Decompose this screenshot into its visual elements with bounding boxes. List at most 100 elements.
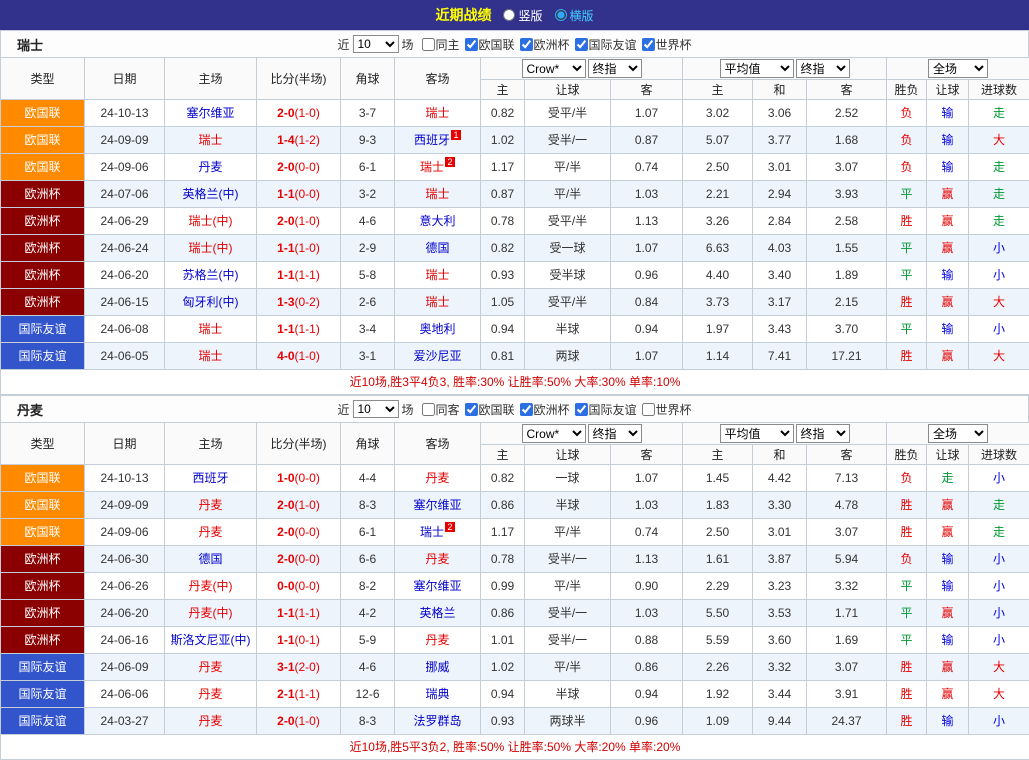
away-team[interactable]: 西班牙1 [395,127,481,154]
filter-checkbox[interactable] [642,403,655,416]
filter-checkbox[interactable] [520,38,533,51]
filter-世界杯[interactable]: 世界杯 [642,401,692,418]
odds-stage-select[interactable]: 终指 [588,424,642,443]
away-team[interactable]: 瑞典 [395,681,481,708]
team-name-text: 德国 [198,552,222,566]
team-name-text: 瑞士 [420,525,444,539]
filter-欧洲杯[interactable]: 欧洲杯 [520,401,570,418]
odds-value: 0.90 [611,573,683,600]
horizontal-layout-radio[interactable] [555,9,567,21]
layout-option-horizontal[interactable]: 横版 [555,7,594,24]
filter-世界杯[interactable]: 世界杯 [642,36,692,53]
match-date: 24-03-27 [85,708,165,735]
match-count-select[interactable]: 10 [352,400,398,418]
odds-stage-select[interactable]: 终指 [588,59,642,78]
result-value: 小 [969,627,1029,654]
home-team[interactable]: 匈牙利(中) [165,289,257,316]
layout-option-vertical[interactable]: 竖版 [503,7,542,24]
match-row: 国际友谊24-06-05瑞士4-0(1-0)3-1爱沙尼亚0.81两球1.071… [1,343,1029,370]
home-team[interactable]: 苏格兰(中) [165,262,257,289]
filter-checkbox[interactable] [520,403,533,416]
avg-odds-value: 3.43 [753,316,807,343]
odds-value: 一球 [525,465,611,492]
vertical-layout-radio[interactable] [503,9,515,21]
home-team[interactable]: 丹麦 [165,492,257,519]
filter-欧国联[interactable]: 欧国联 [464,36,514,53]
home-team[interactable]: 丹麦 [165,654,257,681]
score: 2-0(0-0) [257,154,341,181]
filter-checkbox[interactable] [464,403,477,416]
filter-国际友谊[interactable]: 国际友谊 [575,401,637,418]
avg-stage-select[interactable]: 终指 [796,424,850,443]
filter-checkbox[interactable] [421,403,434,416]
home-team[interactable]: 西班牙 [165,465,257,492]
filter-checkbox[interactable] [575,38,588,51]
home-team[interactable]: 瑞士(中) [165,208,257,235]
away-team[interactable]: 英格兰 [395,600,481,627]
sub-col-avg-draw: 和 [753,80,807,100]
away-team[interactable]: 瑞士2 [395,154,481,181]
team-name-text: 塞尔维亚 [413,498,461,512]
home-team[interactable]: 英格兰(中) [165,181,257,208]
scope-select[interactable]: 全场 [928,424,988,443]
team-name-text: 瑞士 [425,106,449,120]
corners: 5-9 [341,627,395,654]
home-team[interactable]: 丹麦(中) [165,600,257,627]
competition-badge: 欧国联 [1,492,85,519]
away-team[interactable]: 瑞士 [395,262,481,289]
home-team[interactable]: 瑞士 [165,127,257,154]
home-team[interactable]: 丹麦 [165,519,257,546]
topbar: 近期战绩 竖版 横版 [0,0,1029,30]
away-team[interactable]: 丹麦 [395,546,481,573]
result-value: 大 [969,681,1029,708]
home-team[interactable]: 丹麦(中) [165,573,257,600]
competition-badge: 欧洲杯 [1,208,85,235]
away-team[interactable]: 瑞士 [395,100,481,127]
result-value: 输 [927,546,969,573]
bookmaker-select[interactable]: Crow* [522,424,586,443]
average-select[interactable]: 平均值 [720,424,794,443]
avg-odds-value: 4.78 [807,492,887,519]
filter-欧洲杯[interactable]: 欧洲杯 [520,36,570,53]
filter-checkbox[interactable] [421,38,434,51]
match-count-select[interactable]: 10 [352,35,398,53]
away-team[interactable]: 瑞士 [395,289,481,316]
away-team[interactable]: 德国 [395,235,481,262]
avg-stage-select[interactable]: 终指 [796,59,850,78]
home-team[interactable]: 瑞士 [165,316,257,343]
away-team[interactable]: 丹麦 [395,627,481,654]
home-team[interactable]: 瑞士 [165,343,257,370]
home-team[interactable]: 丹麦 [165,681,257,708]
filter-checkbox[interactable] [575,403,588,416]
home-team[interactable]: 塞尔维亚 [165,100,257,127]
home-team[interactable]: 丹麦 [165,708,257,735]
away-team[interactable]: 瑞士 [395,181,481,208]
away-team[interactable]: 法罗群岛 [395,708,481,735]
filter-国际友谊[interactable]: 国际友谊 [575,36,637,53]
avg-odds-value: 3.32 [753,654,807,681]
result-value: 小 [969,600,1029,627]
away-team[interactable]: 瑞士2 [395,519,481,546]
home-team[interactable]: 丹麦 [165,154,257,181]
away-team[interactable]: 塞尔维亚 [395,573,481,600]
filter-label: 国际友谊 [589,401,637,418]
away-team[interactable]: 奥地利 [395,316,481,343]
filter-欧国联[interactable]: 欧国联 [464,401,514,418]
away-team[interactable]: 意大利 [395,208,481,235]
scope-select[interactable]: 全场 [928,59,988,78]
away-team[interactable]: 挪威 [395,654,481,681]
filter-同客[interactable]: 同客 [421,401,459,418]
away-team[interactable]: 爱沙尼亚 [395,343,481,370]
bookmaker-select[interactable]: Crow* [522,59,586,78]
average-select[interactable]: 平均值 [720,59,794,78]
filter-checkbox[interactable] [642,38,655,51]
away-team[interactable]: 塞尔维亚 [395,492,481,519]
filter-同主[interactable]: 同主 [421,36,459,53]
filter-checkbox[interactable] [464,38,477,51]
home-team[interactable]: 瑞士(中) [165,235,257,262]
result-value: 走 [969,519,1029,546]
home-team[interactable]: 德国 [165,546,257,573]
score: 1-1(0-1) [257,627,341,654]
home-team[interactable]: 斯洛文尼亚(中) [165,627,257,654]
away-team[interactable]: 丹麦 [395,465,481,492]
